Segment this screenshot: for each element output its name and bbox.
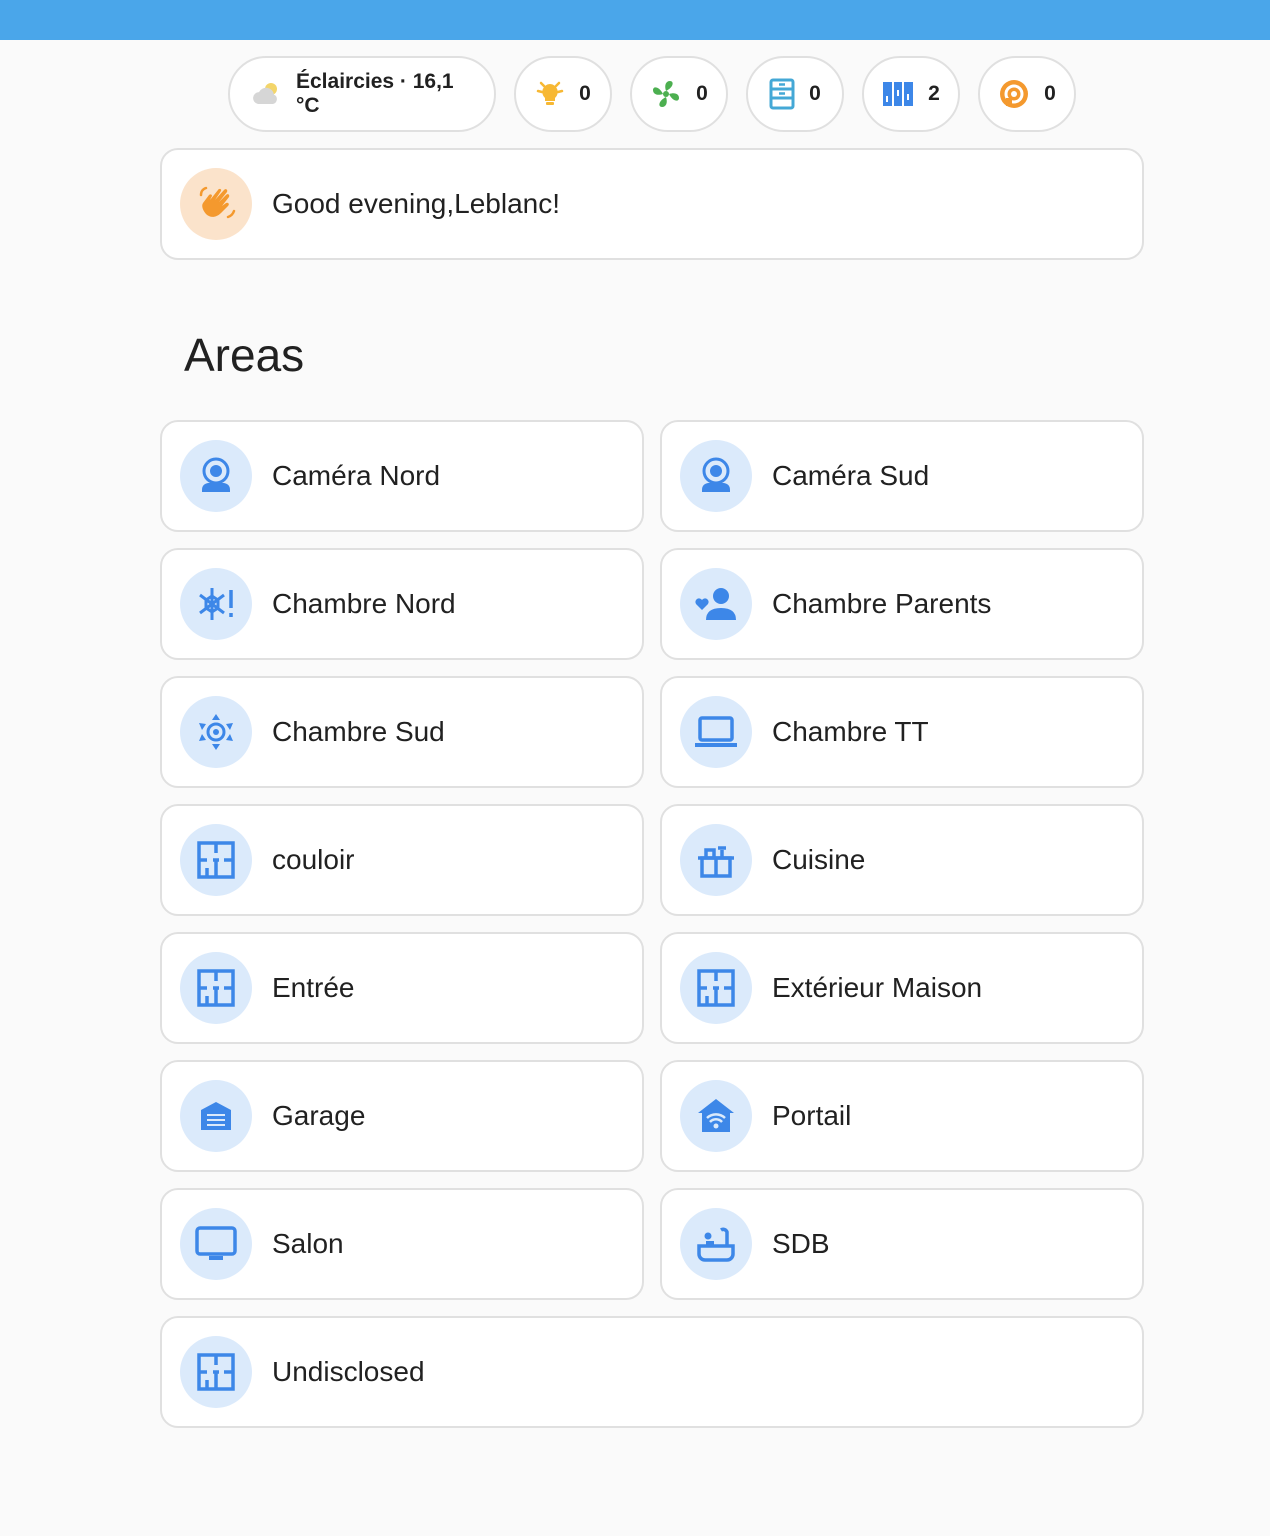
- floor-plan-icon: [180, 952, 252, 1024]
- media-count: 0: [1044, 82, 1056, 105]
- area-label: Garage: [272, 1100, 366, 1131]
- fan-icon: [650, 78, 682, 110]
- shutters-chip[interactable]: 2: [862, 56, 960, 132]
- lights-chip[interactable]: 0: [514, 56, 612, 132]
- area-label: Salon: [272, 1228, 344, 1259]
- area-card-exterieur-maison[interactable]: Extérieur Maison: [660, 932, 1144, 1044]
- area-card-undisclosed[interactable]: Undisclosed: [160, 1316, 1144, 1428]
- fans-count: 0: [696, 82, 708, 105]
- area-label: Chambre Sud: [272, 716, 445, 747]
- area-card-sdb[interactable]: SDB: [660, 1188, 1144, 1300]
- floor-plan-icon: [180, 1336, 252, 1408]
- media-chip[interactable]: 0: [978, 56, 1076, 132]
- fans-chip[interactable]: 0: [630, 56, 728, 132]
- sun-thermometer-icon: [180, 696, 252, 768]
- floor-plan-icon: [680, 952, 752, 1024]
- lights-count: 0: [579, 82, 591, 105]
- laptop-icon: [680, 696, 752, 768]
- area-label: Caméra Nord: [272, 460, 441, 491]
- area-card-entree[interactable]: Entrée: [160, 932, 644, 1044]
- waving-hand-icon: [180, 168, 252, 240]
- account-heart-icon: [680, 568, 752, 640]
- top-app-bar: [0, 0, 1270, 40]
- area-label: Entrée: [272, 972, 355, 1003]
- area-label: couloir: [272, 844, 355, 875]
- snowflake-alert-icon: [180, 568, 252, 640]
- closet-icon: [769, 78, 795, 110]
- greeting-text: Good evening,Leblanc!: [272, 188, 560, 219]
- area-card-cuisine[interactable]: Cuisine: [660, 804, 1144, 916]
- home-wifi-icon: [680, 1080, 752, 1152]
- area-card-couloir[interactable]: couloir: [160, 804, 644, 916]
- area-label: Portail: [772, 1100, 852, 1131]
- bathtub-icon: [680, 1208, 752, 1280]
- area-label: Chambre Nord: [272, 588, 456, 619]
- area-card-camera-nord[interactable]: Caméra Nord: [160, 420, 644, 532]
- blinds-icon: [882, 80, 914, 108]
- area-label: Cuisine: [772, 844, 866, 875]
- weather-label: Éclaircies · 16,1 °C: [296, 70, 454, 117]
- area-card-garage[interactable]: Garage: [160, 1060, 644, 1172]
- area-label: Caméra Sud: [772, 460, 930, 491]
- areas-heading: Areas: [184, 329, 305, 381]
- area-label: SDB: [772, 1228, 830, 1259]
- weather-chip[interactable]: Éclaircies · 16,1 °C: [228, 56, 496, 132]
- area-label: Undisclosed: [272, 1356, 425, 1387]
- area-label: Extérieur Maison: [772, 972, 983, 1003]
- area-card-portail[interactable]: Portail: [660, 1060, 1144, 1172]
- status-chips-row: Éclaircies · 16,1 °C 0 0 0 2 0: [0, 56, 1270, 132]
- shutters-count: 2: [928, 82, 940, 105]
- webcam-icon: [680, 440, 752, 512]
- monitor-icon: [180, 1208, 252, 1280]
- closets-count: 0: [809, 82, 821, 105]
- area-label: Chambre Parents: [772, 588, 992, 619]
- closets-chip[interactable]: 0: [746, 56, 844, 132]
- area-label: Chambre TT: [772, 716, 929, 747]
- area-card-camera-sud[interactable]: Caméra Sud: [660, 420, 1144, 532]
- greeting-card[interactable]: Good evening,Leblanc!: [160, 148, 1144, 260]
- partly-cloudy-icon: [250, 80, 282, 108]
- speaker-icon: [998, 78, 1030, 110]
- area-card-chambre-nord[interactable]: Chambre Nord: [160, 548, 644, 660]
- area-card-chambre-tt[interactable]: Chambre TT: [660, 676, 1144, 788]
- light-bulb-icon: [535, 79, 565, 109]
- webcam-icon: [180, 440, 252, 512]
- stove-icon: [680, 824, 752, 896]
- area-card-chambre-parents[interactable]: Chambre Parents: [660, 548, 1144, 660]
- garage-icon: [180, 1080, 252, 1152]
- floor-plan-icon: [180, 824, 252, 896]
- area-card-salon[interactable]: Salon: [160, 1188, 644, 1300]
- area-card-chambre-sud[interactable]: Chambre Sud: [160, 676, 644, 788]
